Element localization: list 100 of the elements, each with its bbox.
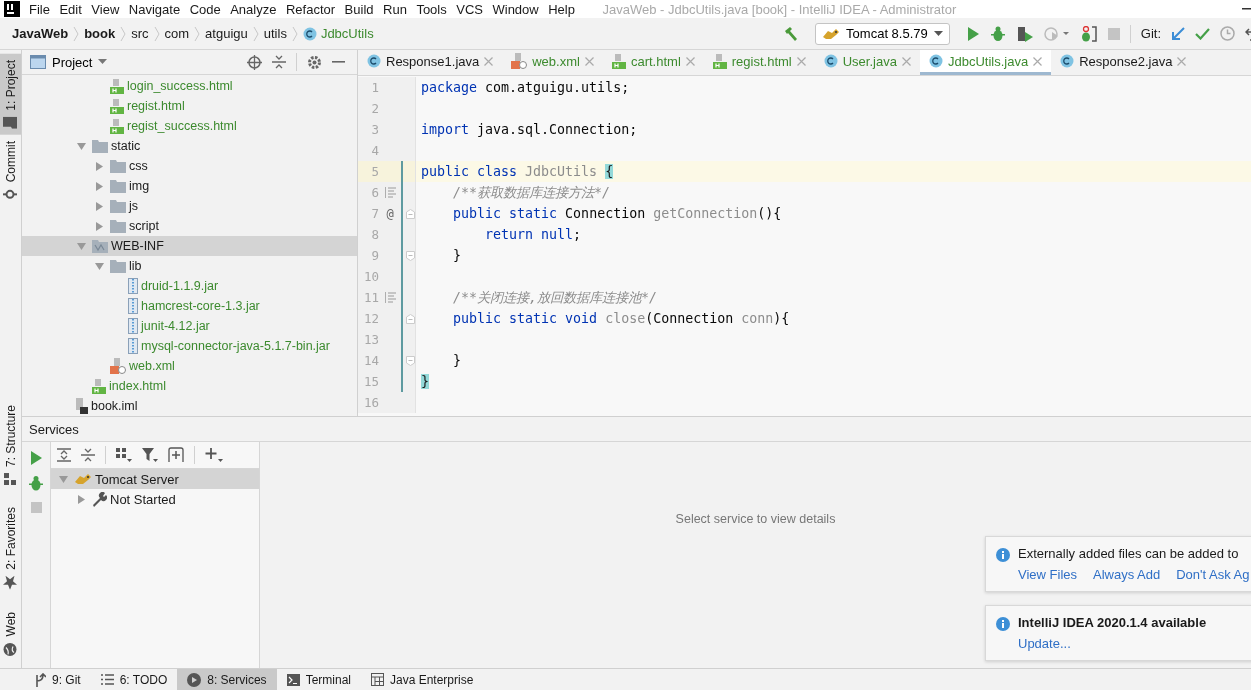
editor-tab[interactable]: cart.html	[602, 50, 704, 75]
editor-tab[interactable]: Response2.java	[1051, 50, 1196, 75]
menu-item[interactable]: Tools	[416, 1, 447, 17]
new-tab-icon[interactable]	[168, 447, 184, 463]
notification-link[interactable]: View Files	[1018, 567, 1077, 582]
project-view-dropdown[interactable]: Project	[30, 54, 108, 70]
change-marker[interactable]	[401, 371, 403, 392]
stop-icon[interactable]	[30, 502, 42, 513]
fold-marker-icon[interactable]	[405, 313, 415, 324]
arrow-down-left-icon[interactable]	[1171, 26, 1185, 41]
change-marker[interactable]	[401, 287, 403, 308]
tree-item[interactable]: static	[22, 136, 357, 156]
tool-window-tab[interactable]: Commit	[0, 134, 21, 207]
triangle-right-icon[interactable]	[95, 221, 103, 231]
editor-tab[interactable]: regist.html	[703, 50, 815, 75]
triangle-right-icon[interactable]	[95, 181, 103, 191]
tree-item[interactable]: hamcrest-core-1.3.jar	[22, 296, 357, 316]
bug-icon[interactable]	[29, 476, 43, 491]
bug-stop-icon[interactable]	[1079, 25, 1098, 42]
tool-window-tab[interactable]: 9: Git	[24, 669, 91, 690]
triangle-right-icon[interactable]	[95, 201, 103, 211]
close-icon[interactable]	[685, 56, 695, 66]
tree-item[interactable]: junit-4.12.jar	[22, 316, 357, 336]
collapse-all-icon[interactable]	[272, 55, 286, 69]
profiler-icon[interactable]	[1043, 25, 1070, 42]
group-icon[interactable]	[116, 447, 132, 463]
doc-comment-icon[interactable]	[384, 187, 396, 198]
collapse-all-icon[interactable]	[81, 448, 95, 462]
change-marker[interactable]	[401, 329, 403, 350]
close-icon[interactable]	[584, 56, 594, 66]
breadcrumb[interactable]: utils	[263, 26, 287, 41]
change-marker[interactable]	[401, 350, 403, 371]
settings-icon[interactable]	[307, 54, 322, 70]
breadcrumb[interactable]: JavaWeb	[12, 26, 69, 41]
tree-item[interactable]: index.html	[22, 376, 357, 396]
menu-item[interactable]: Help	[548, 1, 575, 17]
close-icon[interactable]	[796, 56, 806, 66]
editor-tab[interactable]: User.java	[814, 50, 920, 75]
triangle-down-icon[interactable]	[76, 242, 86, 250]
run-icon[interactable]	[30, 451, 42, 465]
menu-item[interactable]: VCS	[456, 1, 483, 17]
triangle-down-icon[interactable]	[58, 475, 68, 483]
change-marker[interactable]	[401, 203, 403, 224]
change-marker[interactable]	[401, 308, 403, 329]
breadcrumb[interactable]: JdbcUtils	[302, 26, 374, 41]
menu-item[interactable]: Refactor	[285, 1, 336, 17]
change-marker[interactable]	[401, 182, 403, 203]
tool-window-tab[interactable]: Java Enterprise	[361, 669, 484, 690]
menu-item[interactable]: View	[91, 1, 120, 17]
hammer-icon[interactable]	[783, 25, 800, 42]
minimize-icon[interactable]	[1242, 8, 1251, 10]
tree-item[interactable]: script	[22, 216, 357, 236]
breadcrumb[interactable]: src	[131, 26, 149, 41]
fold-marker-icon[interactable]	[405, 355, 415, 366]
tree-item[interactable]: WEB-INF	[22, 236, 357, 256]
menu-item[interactable]: Window	[492, 1, 539, 17]
run-configuration-dropdown[interactable]: Tomcat 8.5.79	[815, 22, 950, 45]
tree-item[interactable]: login_success.html	[22, 76, 357, 96]
menu-item[interactable]: Analyze	[230, 1, 277, 17]
close-icon[interactable]	[1033, 56, 1043, 66]
tree-item[interactable]: css	[22, 156, 357, 176]
editor-tab[interactable]: Response1.java	[358, 50, 503, 75]
tool-window-tab[interactable]: 8: Services	[177, 669, 277, 690]
change-marker[interactable]	[401, 245, 403, 266]
close-icon[interactable]	[484, 56, 494, 66]
menu-item[interactable]: Build	[344, 1, 374, 17]
menu-item[interactable]: Code	[189, 1, 221, 17]
add-icon[interactable]	[205, 447, 223, 463]
notification-link[interactable]: Always Add	[1093, 567, 1161, 582]
tree-item[interactable]: lib	[22, 256, 357, 276]
coverage-icon[interactable]	[1015, 25, 1034, 42]
tree-item[interactable]: web.xml	[22, 356, 357, 376]
filter-icon[interactable]	[142, 447, 158, 463]
tree-item[interactable]: regist.html	[22, 96, 357, 116]
checkmark-icon[interactable]	[1195, 27, 1210, 40]
tool-window-tab[interactable]: Web	[0, 605, 21, 662]
override-marker[interactable]: @	[386, 206, 394, 221]
menu-item[interactable]: File	[29, 1, 50, 17]
editor-tab[interactable]: web.xml	[502, 50, 603, 75]
triangle-down-icon[interactable]	[94, 262, 104, 270]
breadcrumb[interactable]: com	[164, 26, 190, 41]
doc-comment-icon[interactable]	[384, 292, 396, 303]
triangle-right-icon[interactable]	[95, 161, 103, 171]
tree-item[interactable]: mysql-connector-java-5.1.7-bin.jar	[22, 336, 357, 356]
breadcrumb[interactable]: atguigu	[205, 26, 248, 41]
menu-item[interactable]: Edit	[59, 1, 82, 17]
tool-window-tab[interactable]: 1: Project	[0, 54, 21, 135]
triangle-down-icon[interactable]	[76, 142, 86, 150]
triangle-right-icon[interactable]	[77, 494, 85, 504]
change-marker[interactable]	[401, 161, 403, 182]
breadcrumb[interactable]: book	[84, 26, 116, 41]
fold-marker-icon[interactable]	[405, 208, 415, 219]
menu-item[interactable]: Run	[383, 1, 407, 17]
tool-window-tab[interactable]: 7: Structure	[0, 398, 21, 491]
service-item[interactable]: Tomcat Server	[51, 469, 259, 489]
close-icon[interactable]	[901, 56, 911, 66]
tree-item[interactable]: regist_success.html	[22, 116, 357, 136]
bug-icon[interactable]	[989, 25, 1006, 42]
tool-window-tab[interactable]: 2: Favorites	[0, 500, 21, 596]
change-marker[interactable]	[401, 266, 403, 287]
